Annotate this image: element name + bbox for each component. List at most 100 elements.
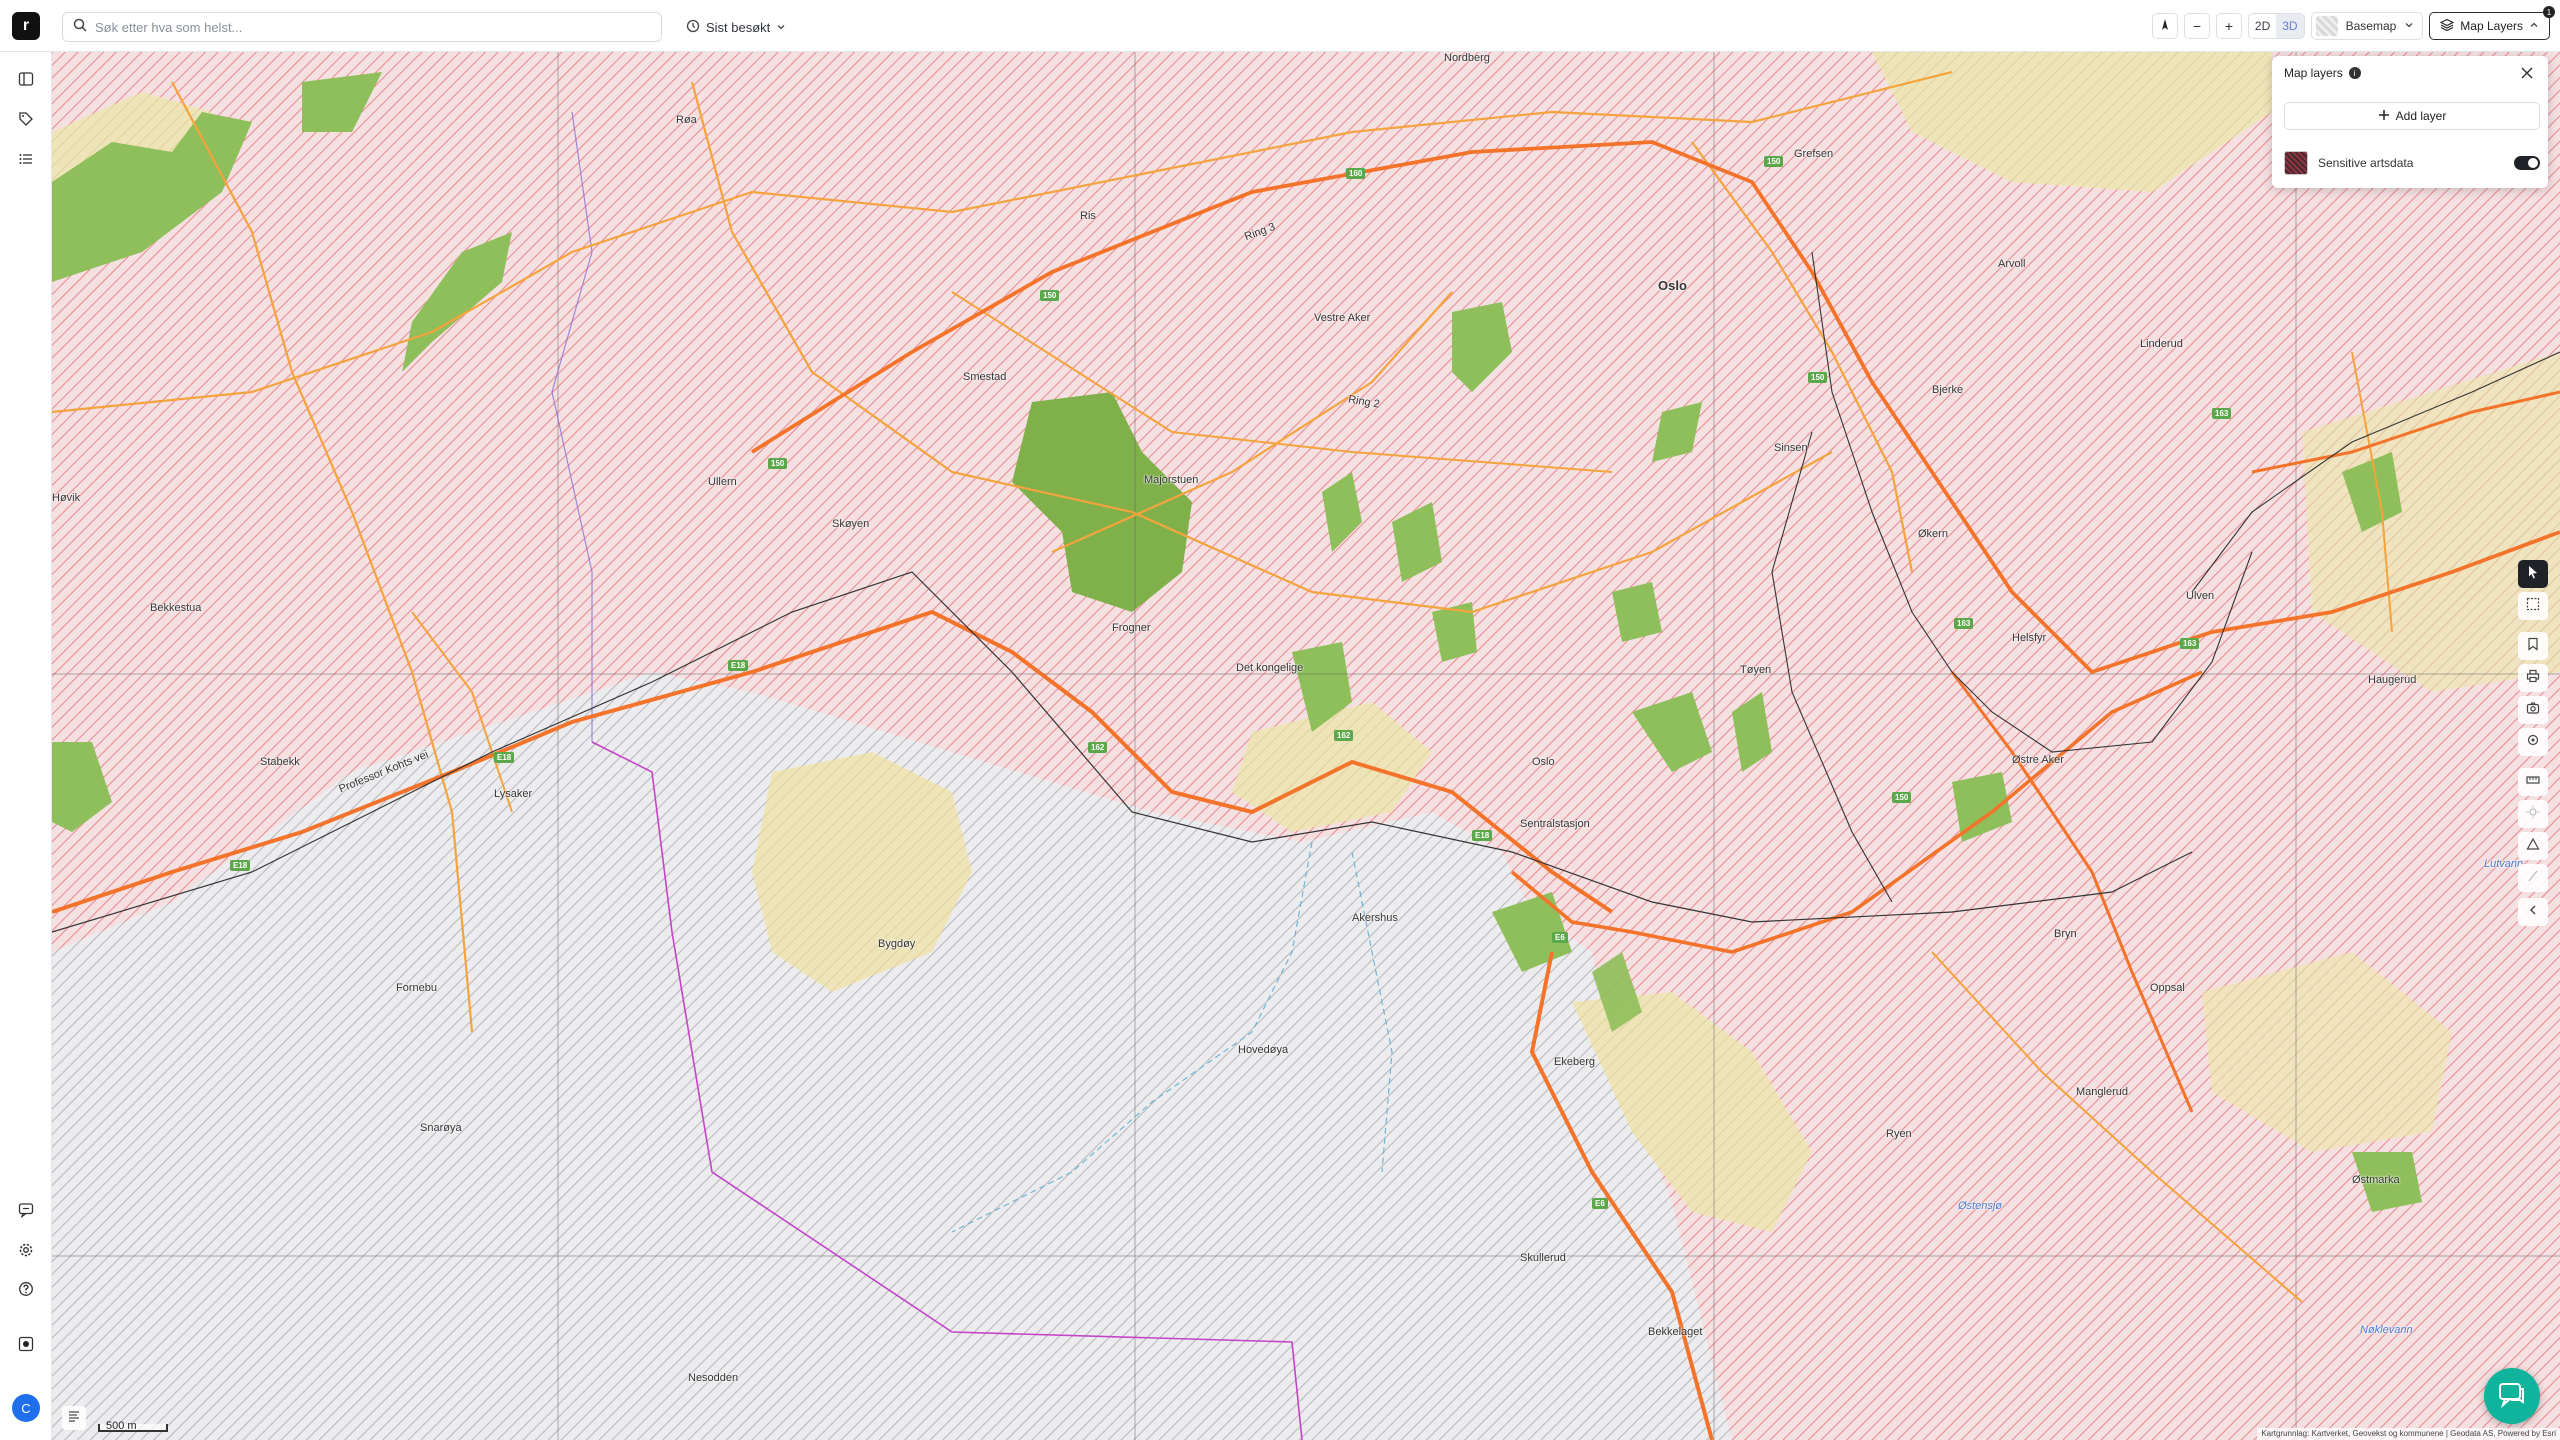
basemap-dropdown[interactable]: Basemap (2310, 12, 2424, 40)
view-3d-button[interactable]: 3D (2276, 14, 2304, 38)
triangle-icon (2526, 837, 2540, 856)
search-input[interactable] (95, 19, 661, 35)
map-label: Sinsen (1774, 442, 1808, 454)
compass-icon (2159, 18, 2171, 35)
sidebar-settings-button[interactable] (13, 1239, 39, 1265)
close-panel-button[interactable] (2516, 62, 2538, 84)
zoom-out-button[interactable]: − (2183, 13, 2210, 39)
map-label: Majorstuen (1144, 474, 1199, 486)
map-label: Hovedøya (1238, 1044, 1289, 1056)
map-label: Røa (676, 114, 697, 126)
road-shield: 150 (768, 458, 788, 469)
layer-name: Sensitive artsdata (2318, 156, 2414, 170)
sidebar-list-button[interactable] (13, 148, 39, 174)
map-attribution: Kartgrunnlag: Kartverket, Geovekst og ko… (2257, 1428, 2560, 1440)
layer-row[interactable]: Sensitive artsdata (2284, 150, 2540, 176)
map-label: Oslo (1532, 756, 1555, 768)
map-label: Det kongelige (1236, 662, 1304, 674)
select-tool-button[interactable] (2518, 560, 2548, 588)
view-mode-toggle: 2D 3D (2247, 13, 2305, 39)
map-label: Lysaker (494, 788, 533, 800)
layer-thumbnail (2284, 151, 2308, 175)
sidebar-tags-button[interactable] (13, 108, 39, 134)
bookmark-icon (2526, 637, 2540, 656)
map-label: Stabekk (260, 756, 300, 768)
map-layers-button[interactable]: Map Layers 1 (2429, 6, 2555, 40)
chat-support-button[interactable] (2484, 1368, 2540, 1424)
minus-icon: − (2192, 18, 2201, 34)
sun-icon (2526, 805, 2540, 824)
map-label: Frogner (1112, 622, 1151, 634)
screenshot-tool-button[interactable] (2518, 696, 2548, 724)
scale-bar: 500 m (98, 1412, 168, 1432)
map-label: Linderud (2140, 338, 2183, 350)
search-bar[interactable] (62, 12, 662, 42)
print-tool-button[interactable] (2518, 664, 2548, 692)
map-label: Fornebu (396, 982, 437, 994)
top-right-controls: − + 2D 3D Basemap Map Layers 1 (2151, 6, 2555, 41)
road-shield: E6 (1592, 1198, 1608, 1209)
line-tool-button[interactable] (2518, 864, 2548, 892)
scale-bar-graphic: 500 m (98, 1420, 168, 1432)
map-label: Bygdøy (878, 938, 916, 950)
map-label: Smestad (963, 371, 1007, 383)
chevron-up-icon (2529, 19, 2539, 33)
user-avatar[interactable]: C (12, 1394, 40, 1422)
collapse-tools-button[interactable] (2518, 898, 2548, 926)
road-shield: 150 (1764, 156, 1784, 167)
ruler-icon (2526, 773, 2540, 792)
dashed-square-icon (2526, 597, 2540, 616)
close-icon (2521, 63, 2533, 84)
road-shield: 162 (1088, 742, 1108, 753)
basemap-thumbnail (2315, 16, 2338, 36)
road-shield: 163 (2180, 638, 2200, 649)
sidebar-record-button[interactable] (13, 1333, 39, 1359)
sidebar-feedback-button[interactable] (13, 1199, 39, 1225)
sidebar-map-button[interactable] (13, 68, 39, 94)
slash-icon (2526, 869, 2540, 888)
top-bar: r Sist besøkt − + 2D 3D Basemap (0, 0, 2560, 52)
road-shield: 150 (1808, 372, 1828, 383)
layer-visibility-toggle[interactable] (2514, 156, 2540, 170)
info-icon[interactable]: i (2348, 67, 2361, 79)
plus-icon: + (2224, 18, 2233, 34)
view-2d-button[interactable]: 2D (2249, 14, 2276, 38)
zoom-in-button[interactable]: + (2215, 13, 2242, 39)
chevron-down-icon (2404, 19, 2414, 33)
map-layers-header: Map layers i (2284, 66, 2361, 80)
left-sidebar: C (0, 52, 52, 1440)
box-select-tool-button[interactable] (2518, 592, 2548, 620)
map-label: Skullerud (1520, 1252, 1566, 1264)
map-label: Ulven (2186, 590, 2215, 602)
legend-button[interactable] (62, 1406, 86, 1430)
map-label: Nesodden (688, 1372, 739, 1384)
map-layers-label: Map Layers (2460, 19, 2523, 33)
bookmark-tool-button[interactable] (2518, 632, 2548, 660)
camera-icon (2526, 701, 2540, 720)
map-label: Tøyen (1740, 664, 1772, 676)
map-canvas[interactable]: Nordberg Røa Ris Grefsen Oslo Vestre Ake… (52, 52, 2560, 1440)
map-layers-panel: Map layers i Add layer Sensitive artsdat… (2272, 56, 2548, 188)
add-layer-button[interactable]: Add layer (2284, 102, 2540, 130)
map-label: Ullern (708, 476, 737, 488)
area-tool-button[interactable] (2518, 832, 2548, 860)
sun-tool-button[interactable] (2518, 800, 2548, 828)
map-label: Snarøya (420, 1122, 462, 1134)
road-shield: E6 (1552, 932, 1568, 943)
app-logo[interactable]: r (12, 12, 40, 40)
compass-button[interactable] (2151, 13, 2178, 39)
map-label: Helsfyr (2012, 632, 2047, 644)
map-label: Østensjø (1958, 1200, 2003, 1212)
map-label: Oppsal (2150, 982, 2185, 994)
map-label: Oslo (1658, 278, 1687, 293)
recently-visited-dropdown[interactable]: Sist besøkt (680, 12, 792, 42)
map-label: Grefsen (1794, 148, 1834, 160)
map-label: Østre Aker (2012, 754, 2064, 766)
locate-tool-button[interactable] (2518, 728, 2548, 756)
map-label: Skøyen (832, 518, 870, 530)
sidebar-help-button[interactable] (13, 1278, 39, 1304)
road-shield: E18 (1472, 830, 1493, 841)
measure-tool-button[interactable] (2518, 768, 2548, 796)
map-label: Økern (1918, 528, 1948, 540)
recently-visited-label: Sist besøkt (706, 19, 771, 35)
